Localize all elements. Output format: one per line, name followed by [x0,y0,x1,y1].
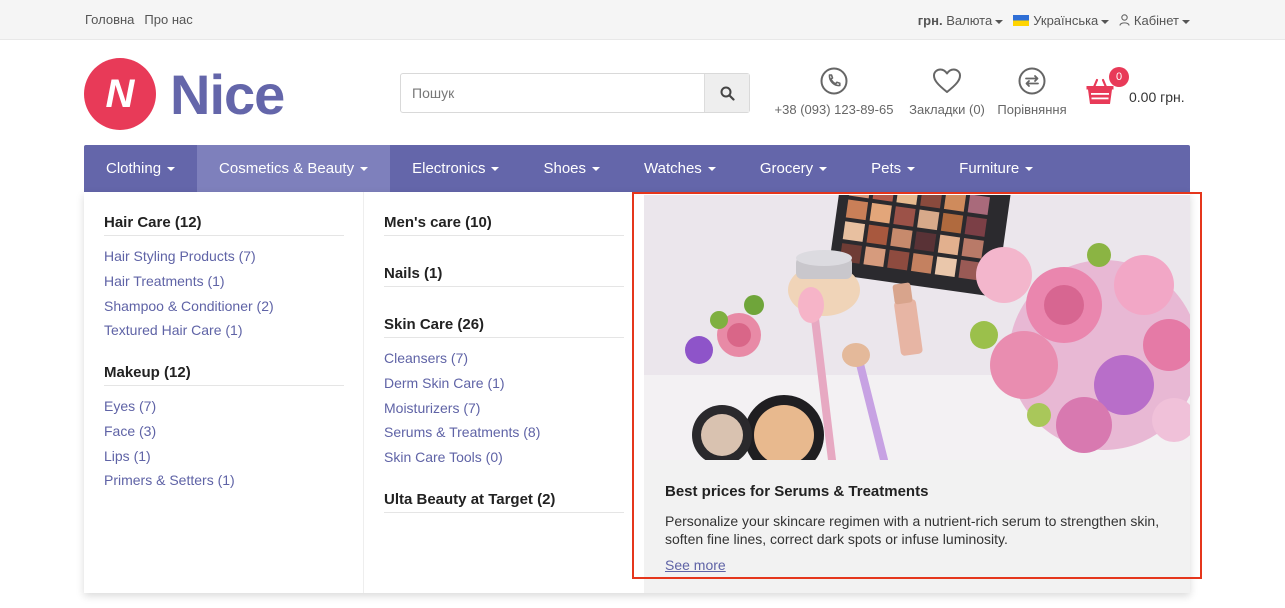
chevron-down-icon [167,166,176,171]
subcategory-link[interactable]: Cleansers (7) [384,346,624,371]
category-group-mens-care: Men's care (10) [384,214,624,236]
top-bar: Головна Про нас грн. Валюта Українська К… [0,0,1285,40]
top-controls: грн. Валюта Українська Кабінет [918,13,1190,28]
top-link-about[interactable]: Про нас [144,12,192,27]
wishlist-label: Закладки (0) [909,102,985,117]
top-link-home[interactable]: Головна [85,12,134,27]
menu-item-label: Shoes [543,160,587,177]
chevron-down-icon [1182,19,1190,24]
account-label: Кабінет [1133,13,1179,28]
subcategory-link[interactable]: Serums & Treatments (8) [384,420,624,445]
phone-block[interactable]: +38 (093) 123-89-65 [768,66,900,117]
currency-dropdown[interactable]: грн. Валюта [917,13,1004,28]
category-group-ulta-beauty: Ulta Beauty at Target (2) [384,491,624,513]
subcategory-link[interactable]: Primers & Setters (1) [104,468,344,493]
subcategory-link[interactable]: Face (3) [104,419,344,444]
user-icon [1119,14,1130,26]
category-heading[interactable]: Nails (1) [384,265,624,287]
site-logo[interactable]: N Nice [84,58,285,130]
category-group-makeup: Makeup (12) Eyes (7) Face (3) Lips (1) P… [104,364,344,493]
menu-item-label: Watches [644,160,702,177]
menu-item-label: Electronics [412,160,486,177]
subcategory-link[interactable]: Textured Hair Care (1) [104,318,344,343]
phone-icon [820,67,848,95]
menu-item-clothing[interactable]: Clothing [84,145,197,192]
promo-image[interactable] [644,195,1190,460]
promo-description: Personalize your skincare regimen with a… [665,513,1160,547]
menu-item-label: Clothing [106,160,162,177]
category-heading[interactable]: Ulta Beauty at Target (2) [384,491,624,513]
category-heading[interactable]: Hair Care (12) [104,214,344,236]
mega-menu-column-2: Men's care (10) Nails (1) Skin Care (26)… [364,192,644,593]
subcategory-link[interactable]: Hair Treatments (1) [104,269,344,294]
menu-item-furniture[interactable]: Furniture [937,145,1055,192]
mega-menu-dropdown: Hair Care (12) Hair Styling Products (7)… [84,192,1190,593]
search-box [400,73,750,113]
menu-item-cosmetics-beauty[interactable]: Cosmetics & Beauty [197,145,391,192]
cart-button[interactable]: 0 [1085,67,1129,111]
menu-item-grocery[interactable]: Grocery [738,145,849,192]
subcategory-link[interactable]: Derm Skin Care (1) [384,371,624,396]
menu-item-watches[interactable]: Watches [622,145,738,192]
category-heading[interactable]: Makeup (12) [104,364,344,386]
currency-label: Валюта [946,13,993,28]
promo-banner: Best prices for Serums & Treatments Pers… [644,195,1190,593]
subcategory-link[interactable]: Shampoo & Conditioner (2) [104,294,344,319]
language-dropdown[interactable]: Українська [1013,13,1110,28]
promo-see-more-link[interactable]: See more [665,557,726,573]
top-links: Головна Про нас [85,12,193,27]
menu-item-shoes[interactable]: Shoes [521,145,622,192]
compare-link[interactable]: Порівняння [994,66,1070,117]
category-heading[interactable]: Men's care (10) [384,214,624,236]
chevron-down-icon [907,166,916,171]
logo-text: Nice [170,62,285,126]
cosmetics-flowers-illustration [644,195,1190,460]
cart-count-badge: 0 [1109,67,1129,87]
subcategory-link[interactable]: Eyes (7) [104,394,344,419]
subcategory-link[interactable]: Moisturizers (7) [384,396,624,421]
menu-item-label: Pets [871,160,902,177]
menu-item-label: Furniture [959,160,1020,177]
ukraine-flag-icon [1013,15,1030,26]
chevron-down-icon [819,166,828,171]
category-group-nails: Nails (1) [384,265,624,287]
chevron-down-icon [360,166,369,171]
category-group-hair-care: Hair Care (12) Hair Styling Products (7)… [104,214,344,343]
menu-item-label: Cosmetics & Beauty [219,160,355,177]
subcategory-link[interactable]: Hair Styling Products (7) [104,244,344,269]
compare-icon [1018,67,1046,95]
category-group-skin-care: Skin Care (26) Cleansers (7) Derm Skin C… [384,316,624,470]
main-menu: Clothing Cosmetics & Beauty Electronics … [84,145,1190,192]
chevron-down-icon [995,19,1004,24]
compare-label: Порівняння [997,102,1067,117]
cart-total[interactable]: 0.00 грн. [1129,89,1185,105]
menu-item-electronics[interactable]: Electronics [390,145,521,192]
category-heading[interactable]: Skin Care (26) [384,316,624,338]
chevron-down-icon [1025,166,1034,171]
search-button[interactable] [704,74,749,112]
account-dropdown[interactable]: Кабінет [1119,13,1190,28]
currency-code: грн. [917,13,943,28]
chevron-down-icon [592,166,601,171]
subcategory-link[interactable]: Skin Care Tools (0) [384,445,624,470]
subcategory-link[interactable]: Lips (1) [104,444,344,469]
chevron-down-icon [1101,19,1110,24]
heart-icon [933,68,961,93]
menu-item-pets[interactable]: Pets [849,145,937,192]
mega-menu-column-1: Hair Care (12) Hair Styling Products (7)… [84,192,364,593]
menu-item-label: Grocery [759,160,814,177]
logo-mark: N [84,58,156,130]
promo-title: Best prices for Serums & Treatments [665,483,929,500]
chevron-down-icon [491,166,500,171]
language-label: Українська [1033,13,1099,28]
chevron-down-icon [707,166,716,171]
wishlist-link[interactable]: Закладки (0) [905,66,989,117]
search-input[interactable] [401,74,706,112]
search-icon [720,86,735,101]
phone-number: +38 (093) 123-89-65 [774,102,894,117]
